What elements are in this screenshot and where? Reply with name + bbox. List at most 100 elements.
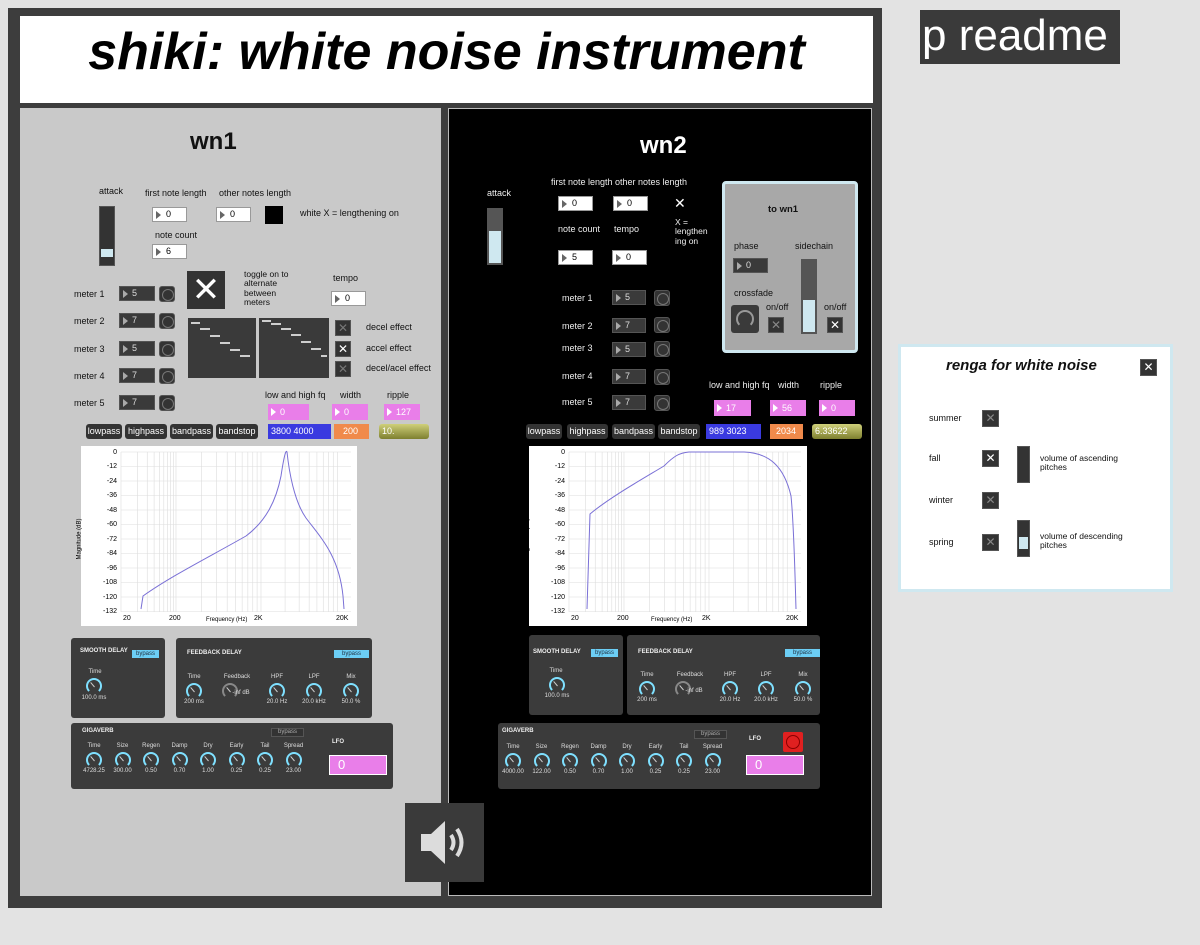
wn1-attack-slider[interactable] [99,206,115,266]
crossfade-dial[interactable] [731,305,759,333]
tail-knob[interactable] [676,753,692,769]
early-knob[interactable] [228,752,245,768]
spread-knob[interactable] [704,753,721,769]
knob-label: LPF [760,672,772,678]
wn2-bandstop-button[interactable]: bandstop [658,424,700,439]
wn1-note-count-input[interactable]: 6 [152,244,187,259]
meter-input[interactable]: 5 [612,290,646,305]
hpf-knob[interactable] [722,681,738,697]
knob-label: Early [648,744,663,750]
wn1-first-note-label: first note length [145,188,207,198]
meter-input[interactable]: 5 [612,342,646,357]
meter-input[interactable]: 5 [119,341,155,356]
sidechain-slider[interactable] [801,259,817,334]
time-knob[interactable] [549,677,565,693]
fall-toggle[interactable]: ✕ [982,450,999,467]
wn1-tempo-input[interactable]: 0 [331,291,366,306]
wn1-width-input[interactable]: 0 [332,404,368,420]
meter-input[interactable]: 7 [119,395,155,410]
knob-label: Regen [142,743,160,749]
size-knob[interactable] [533,753,550,769]
meter-input[interactable]: 7 [612,395,646,410]
wn2-first-note-input[interactable]: 0 [558,196,593,211]
time-knob[interactable] [186,683,202,699]
regen-knob[interactable] [562,753,578,769]
wn1-lfo-input[interactable]: 0 [329,755,387,775]
bypass-button[interactable]: bypass [694,730,728,739]
dry-knob[interactable] [200,752,216,768]
wn1-note-count-label: note count [155,230,198,240]
wn1-multislider-decel[interactable] [188,318,256,378]
wn1-low-high-input[interactable]: 0 [268,404,309,420]
dry-knob[interactable] [619,753,635,769]
bypass-button[interactable]: bypass [785,649,821,657]
hpf-knob[interactable] [269,683,285,699]
time-knob[interactable] [639,681,655,697]
wn1-accel-toggle[interactable]: ✕ [335,341,351,357]
phase-input[interactable]: 0 [733,258,768,273]
spread-knob[interactable] [285,752,302,768]
meter-input[interactable]: 7 [612,369,646,384]
regen-knob[interactable] [143,752,159,768]
wn2-highpass-button[interactable]: highpass [567,424,608,439]
wn2-low-high-input[interactable]: 17 [714,400,751,416]
time-knob[interactable] [86,678,102,694]
damp-knob[interactable] [590,753,607,769]
bypass-button[interactable]: bypass [271,728,305,737]
wn1-multislider-accel[interactable] [259,318,329,378]
wn1-bandpass-button[interactable]: bandpass [170,424,213,439]
wn2-attack-slider[interactable] [487,208,503,265]
bypass-button[interactable]: bypass [591,649,619,657]
x-tick: 2K [702,615,711,622]
wn2-lfo-input[interactable]: 0 [746,755,804,775]
meter-input[interactable]: 7 [119,368,155,383]
readme-button[interactable]: p readme [920,10,1120,64]
time-knob[interactable] [86,752,102,768]
lpf-knob[interactable] [306,683,322,699]
size-knob[interactable] [114,752,131,768]
wn2-bandpass-button[interactable]: bandpass [612,424,655,439]
bypass-button[interactable]: bypass [132,650,160,658]
wn1-alternate-toggle[interactable]: ✕ [187,271,225,309]
meter-input[interactable]: 7 [612,318,646,333]
wn2-width-input[interactable]: 56 [770,400,806,416]
wn1-lengthening-toggle[interactable] [265,206,283,224]
meter-input[interactable]: 5 [119,286,155,301]
renga-toggle[interactable]: ✕ [1140,359,1157,376]
wn2-lowpass-button[interactable]: lowpass [526,424,562,439]
ascending-volume-slider[interactable] [1017,446,1030,483]
wn2-lengthening-toggle[interactable]: ✕ [674,196,686,212]
wn1-lowpass-button[interactable]: lowpass [86,424,122,439]
wn2-lfo-toggle[interactable] [783,732,803,752]
wn1-other-notes-input[interactable]: 0 [216,207,251,222]
audio-on-button[interactable] [405,803,484,882]
spring-toggle[interactable]: ✕ [982,534,999,551]
descending-volume-slider[interactable] [1017,520,1030,557]
summer-toggle[interactable]: ✕ [982,410,999,427]
sidechain-toggle[interactable]: ✕ [827,317,843,333]
wn2-other-notes-input[interactable]: 0 [613,196,648,211]
wn1-decel-toggle[interactable]: ✕ [335,320,351,336]
tail-knob[interactable] [257,752,273,768]
wn1-first-note-input[interactable]: 0 [152,207,187,222]
early-knob[interactable] [647,753,664,769]
wn1-decel-accel-toggle[interactable]: ✕ [335,361,351,377]
wn2-tempo-input[interactable]: 0 [612,250,647,265]
crossfade-toggle[interactable]: ✕ [768,317,784,333]
wn2-width-readout: 2034 [770,424,803,439]
bypass-button[interactable]: bypass [334,650,370,658]
wn2-ripple-input[interactable]: 0 [819,400,855,416]
wn1-ripple-input[interactable]: 127 [384,404,420,420]
wn2-note-count-input[interactable]: 5 [558,250,593,265]
lpf-knob[interactable] [758,681,774,697]
time-knob[interactable] [505,753,521,769]
wn1-bandstop-button[interactable]: bandstop [216,424,258,439]
mix-knob[interactable] [343,683,359,699]
meter-label: meter 3 [74,344,105,354]
meter-input[interactable]: 7 [119,313,155,328]
wn1-highpass-button[interactable]: highpass [125,424,167,439]
mix-knob[interactable] [795,681,811,697]
device-title: FEEDBACK DELAY [638,649,693,655]
damp-knob[interactable] [171,752,188,768]
winter-toggle[interactable]: ✕ [982,492,999,509]
